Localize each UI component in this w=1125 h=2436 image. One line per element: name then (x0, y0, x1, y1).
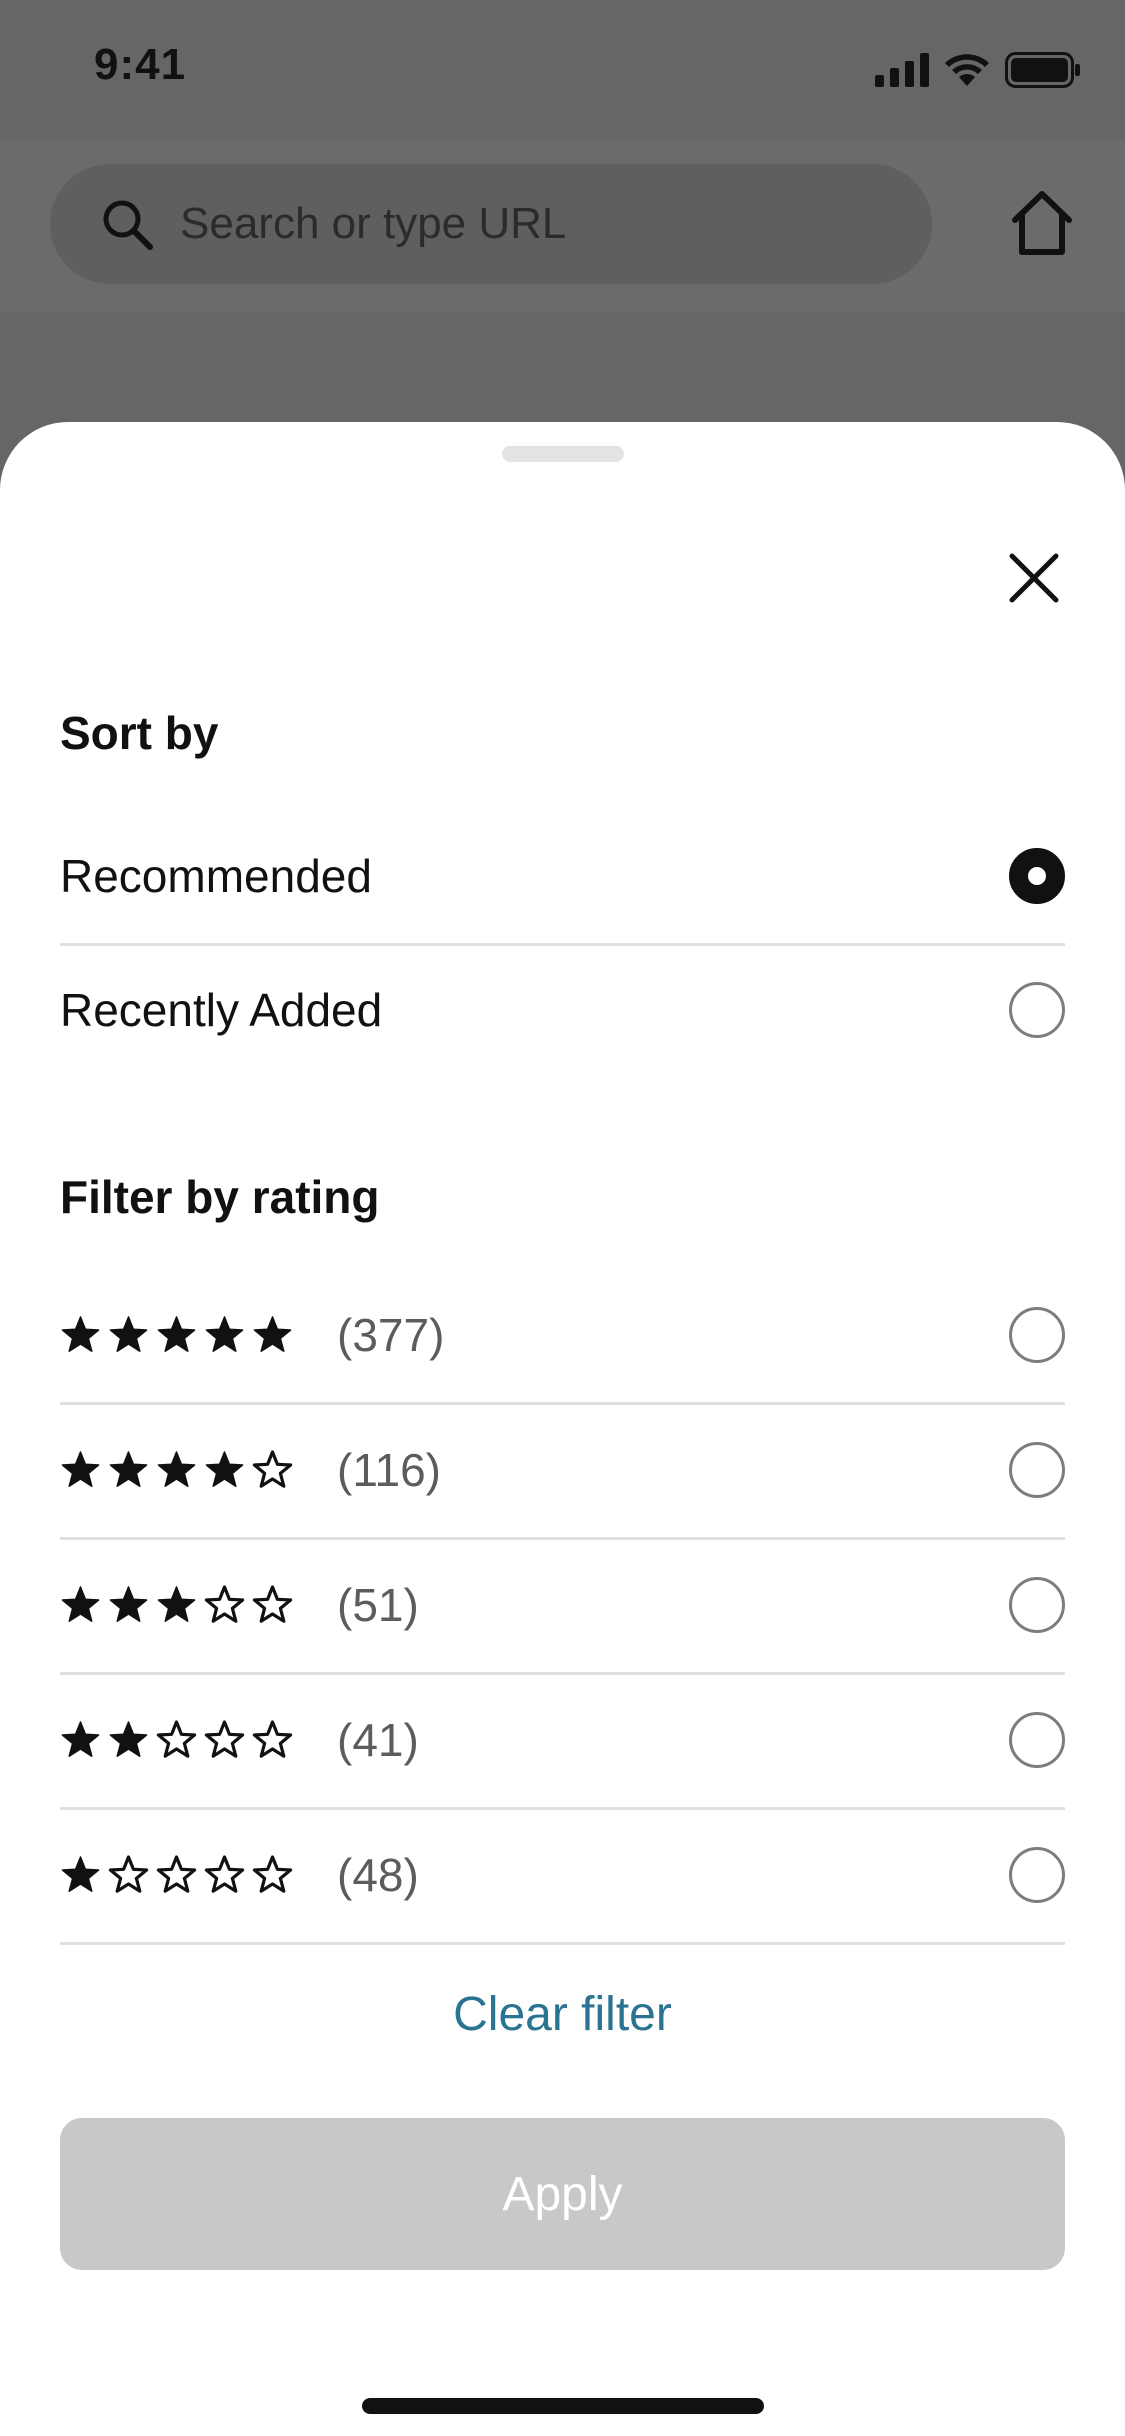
star-rating (60, 1584, 293, 1626)
star-filled-icon (205, 1450, 244, 1487)
rating-count: (116) (337, 1444, 441, 1496)
sort-option-label: Recommended (60, 850, 372, 902)
sort-by-title: Sort by (60, 707, 219, 759)
status-icons (875, 50, 1081, 90)
status-bar: 9:41 (0, 0, 1125, 140)
rating-count: (377) (337, 1309, 445, 1361)
sort-option-label: Recently Added (60, 984, 383, 1036)
rating-option-1-star[interactable]: (48) (60, 1808, 1065, 1945)
star-outline-icon (252, 1854, 293, 1893)
home-indicator (362, 2398, 764, 2414)
star-outline-icon (252, 1719, 293, 1758)
star-filled-icon (157, 1315, 196, 1352)
clear-filter-link[interactable]: Clear filter (0, 1987, 1125, 2042)
star-filled-icon (109, 1315, 148, 1352)
star-filled-icon (61, 1720, 100, 1757)
rating-option-3-stars[interactable]: (51) (60, 1538, 1065, 1675)
cellular-signal-icon (875, 53, 929, 87)
star-outline-icon (252, 1449, 293, 1488)
rating-count: (51) (337, 1579, 419, 1631)
star-outline-icon (204, 1854, 245, 1893)
rating-option-4-stars[interactable]: (116) (60, 1403, 1065, 1540)
radio-button[interactable] (1009, 1847, 1065, 1903)
star-filled-icon (61, 1855, 100, 1892)
wifi-icon (945, 54, 989, 86)
rating-count: (48) (337, 1849, 419, 1901)
star-rating (60, 1315, 293, 1356)
radio-button[interactable] (1009, 1307, 1065, 1363)
url-placeholder: Search or type URL (180, 199, 567, 248)
star-outline-icon (204, 1584, 245, 1623)
star-filled-icon (109, 1585, 148, 1622)
close-icon[interactable] (1004, 548, 1064, 608)
star-outline-icon (156, 1719, 197, 1758)
radio-button[interactable] (1009, 1577, 1065, 1633)
search-icon (103, 200, 153, 250)
sort-option-recommended[interactable]: Recommended (60, 809, 1065, 946)
rating-option-2-stars[interactable]: (41) (60, 1673, 1065, 1810)
star-filled-icon (157, 1585, 196, 1622)
rating-option-5-stars[interactable]: (377) (60, 1268, 1065, 1405)
star-rating (60, 1719, 293, 1761)
star-filled-icon (61, 1450, 100, 1487)
star-filled-icon (109, 1720, 148, 1757)
star-outline-icon (108, 1854, 149, 1893)
rating-count: (41) (337, 1714, 419, 1766)
radio-button[interactable] (1009, 848, 1065, 904)
star-filled-icon (61, 1585, 100, 1622)
radio-button[interactable] (1009, 1712, 1065, 1768)
battery-icon (1005, 52, 1080, 88)
status-time: 9:41 (94, 40, 187, 89)
star-filled-icon (61, 1315, 100, 1352)
home-icon[interactable] (1009, 188, 1075, 258)
sheet-grabber[interactable] (502, 446, 624, 462)
browser-toolbar: Search or type URL (0, 140, 1125, 312)
star-filled-icon (109, 1450, 148, 1487)
radio-button[interactable] (1009, 982, 1065, 1038)
star-rating (60, 1449, 293, 1491)
star-filled-icon (253, 1315, 292, 1352)
url-bar[interactable]: Search or type URL (50, 164, 932, 284)
star-outline-icon (156, 1854, 197, 1893)
radio-button[interactable] (1009, 1442, 1065, 1498)
star-outline-icon (252, 1584, 293, 1623)
apply-button[interactable]: Apply (60, 2118, 1065, 2270)
star-outline-icon (204, 1719, 245, 1758)
star-rating (60, 1854, 293, 1896)
filter-by-rating-title: Filter by rating (60, 1171, 380, 1223)
star-filled-icon (157, 1450, 196, 1487)
sort-option-recently-added[interactable]: Recently Added (60, 943, 1065, 1077)
star-filled-icon (205, 1315, 244, 1352)
